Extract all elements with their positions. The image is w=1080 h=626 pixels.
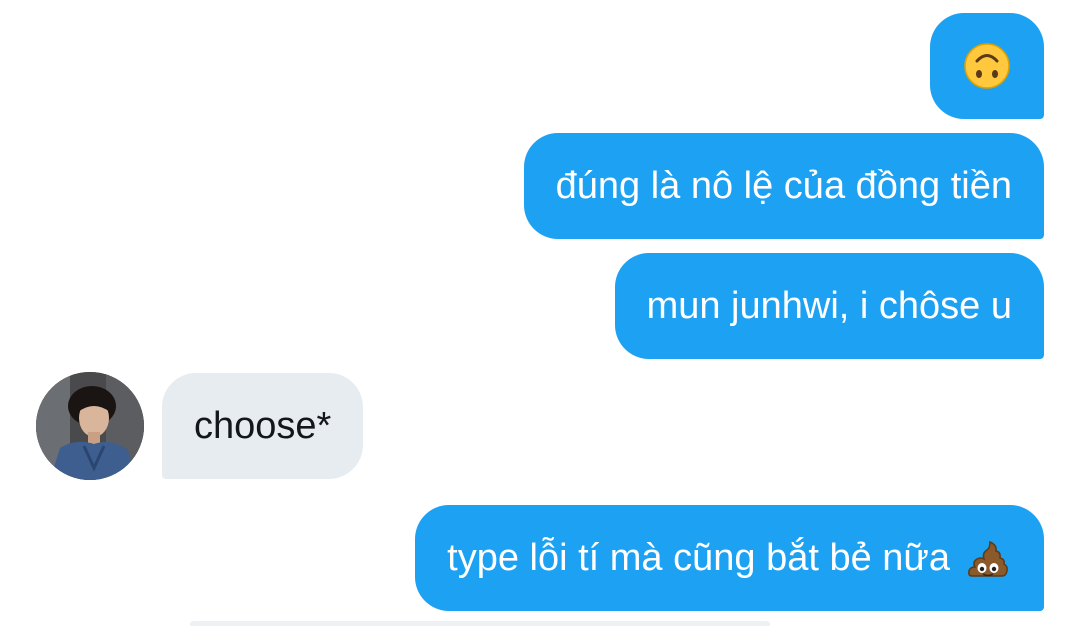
message-bubble-received[interactable]: choose* bbox=[162, 373, 364, 479]
avatar-photo-icon bbox=[36, 372, 144, 480]
pile-of-poo-icon bbox=[964, 534, 1012, 582]
message-text: đúng là nô lệ của đồng tiền bbox=[555, 165, 1012, 207]
upside-down-face-icon bbox=[963, 42, 1011, 90]
divider bbox=[190, 621, 770, 626]
message-bubble-sent[interactable]: type lỗi tí mà cũng bắt bẻ nữa bbox=[415, 505, 1044, 611]
message-text: mun junhwi, i chôse u bbox=[646, 285, 1012, 327]
message-bubble-sent[interactable]: đúng là nô lệ của đồng tiền bbox=[523, 133, 1044, 239]
message-bubble-sent[interactable] bbox=[930, 13, 1044, 119]
message-bubble-sent[interactable]: mun junhwi, i chôse u bbox=[614, 253, 1044, 359]
message-text: type lỗi tí mà cũng bắt bẻ nữa bbox=[447, 537, 950, 579]
message-text: choose* bbox=[194, 405, 332, 447]
avatar[interactable] bbox=[36, 372, 144, 480]
